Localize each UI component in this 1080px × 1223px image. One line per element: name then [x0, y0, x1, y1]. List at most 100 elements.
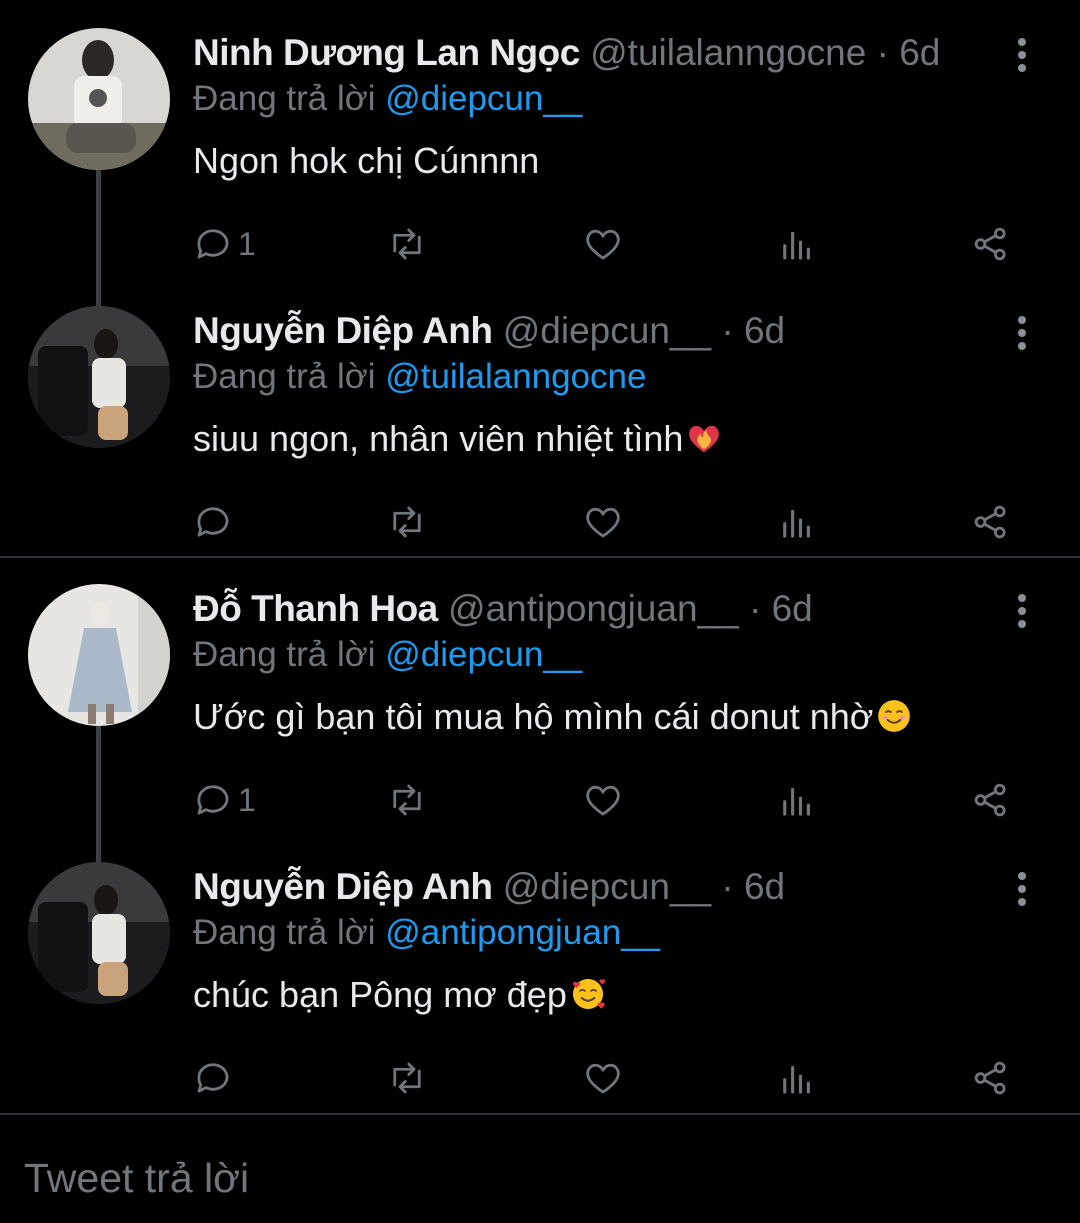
reply-composer: Tweet trả lời [0, 1117, 1080, 1223]
tweet-text-content: chúc bạn Pông mơ đẹp [193, 974, 567, 1015]
replying-to: Đang trả lời @antipongjuan__ [193, 908, 660, 958]
avatar[interactable] [28, 862, 170, 1004]
smiling-face-icon [878, 700, 911, 732]
share-button[interactable] [970, 770, 1012, 830]
retweet-icon [393, 784, 421, 816]
more-options-icon[interactable] [1010, 316, 1034, 356]
analytics-icon [783, 1065, 810, 1094]
author-handle[interactable]: @tuilalanngocne [590, 32, 866, 73]
reply-icon [197, 229, 229, 259]
action-bar [0, 1048, 1080, 1108]
analytics-icon [783, 787, 810, 816]
analytics-button[interactable] [776, 492, 818, 552]
share-button[interactable] [970, 214, 1012, 274]
tweet-text-content: Ước gì bạn tôi mua hộ mình cái donut nhờ [193, 696, 874, 737]
like-button[interactable] [582, 1048, 624, 1108]
replying-to-label: Đang trả lời [193, 913, 386, 952]
author-handle[interactable]: @diepcun__ [503, 310, 711, 351]
analytics-button[interactable] [776, 214, 818, 274]
tweet-header: Ninh Dương Lan Ngọc @tuilalanngocne · 6d [193, 28, 940, 78]
analytics-button[interactable] [776, 1048, 818, 1108]
share-icon [974, 227, 1006, 261]
separator-dot: · [748, 588, 762, 629]
separator-dot: · [721, 866, 734, 907]
author-name[interactable]: Đỗ Thanh Hoa [193, 588, 438, 629]
avatar-photo [28, 306, 170, 448]
tweet-time[interactable]: 6d [899, 32, 940, 73]
replying-to-label: Đang trả lời [193, 79, 386, 118]
author-name[interactable]: Ninh Dương Lan Ngọc [193, 32, 580, 73]
reply-button[interactable] [192, 1048, 238, 1108]
reply-icon [197, 785, 229, 815]
avatar-photo [28, 862, 170, 1004]
avatar[interactable] [28, 584, 170, 726]
heart-on-fire-icon [689, 425, 720, 453]
avatar-photo [28, 584, 170, 726]
tweet-text-content: Ngon hok chị Cúnnnn [193, 140, 540, 181]
mention-link[interactable]: @diepcun__ [385, 635, 582, 674]
retweet-icon [393, 1062, 421, 1094]
avatar[interactable] [28, 306, 170, 448]
tweet[interactable]: Nguyễn Diệp Anh @diepcun__ · 6d Đang trả… [0, 306, 1080, 556]
reply-icon [197, 507, 229, 537]
action-bar [0, 492, 1080, 552]
avatar-photo [28, 28, 170, 170]
tweet-text: siuu ngon, nhân viên nhiệt tình [193, 414, 723, 464]
mention-link[interactable]: @diepcun__ [385, 79, 582, 118]
smiling-face-with-hearts-icon [572, 978, 606, 1010]
retweet-button[interactable] [386, 492, 428, 552]
reply-count: 1 [238, 781, 256, 818]
retweet-button[interactable] [386, 1048, 428, 1108]
tweet-header: Nguyễn Diệp Anh @diepcun__ · 6d [193, 862, 785, 912]
avatar[interactable] [28, 28, 170, 170]
tweet-time[interactable]: 6d [772, 588, 813, 629]
reply-button[interactable] [192, 492, 238, 552]
share-button[interactable] [970, 1048, 1012, 1108]
tweet[interactable]: Ninh Dương Lan Ngọc @tuilalanngocne · 6d… [0, 28, 1080, 278]
share-icon [974, 783, 1006, 817]
thread-divider [0, 556, 1080, 558]
mention-link[interactable]: @tuilalanngocne [385, 357, 646, 396]
retweet-button[interactable] [386, 214, 428, 274]
tweet-header: Nguyễn Diệp Anh @diepcun__ · 6d [193, 306, 785, 356]
analytics-icon [783, 509, 810, 538]
separator-dot: · [876, 32, 889, 73]
tweet[interactable]: Nguyễn Diệp Anh @diepcun__ · 6d Đang trả… [0, 862, 1080, 1112]
tweet-time[interactable]: 6d [744, 310, 785, 351]
more-options-icon[interactable] [1010, 38, 1034, 78]
mention-link[interactable]: @antipongjuan__ [385, 913, 660, 952]
author-handle[interactable]: @diepcun__ [503, 866, 711, 907]
reply-icon [197, 1063, 229, 1093]
reply-button[interactable]: 1 [192, 770, 256, 830]
tweet-text-content: siuu ngon, nhân viên nhiệt tình [193, 418, 684, 459]
like-button[interactable] [582, 492, 624, 552]
author-name[interactable]: Nguyễn Diệp Anh [193, 310, 493, 351]
share-button[interactable] [970, 492, 1012, 552]
replying-to-label: Đang trả lời [193, 357, 386, 396]
replying-to-label: Đang trả lời [193, 635, 386, 674]
analytics-icon [783, 231, 810, 260]
like-button[interactable] [582, 214, 624, 274]
tweet-text: Ước gì bạn tôi mua hộ mình cái donut nhờ [193, 692, 913, 742]
action-bar: 1 [0, 214, 1080, 274]
replying-to: Đang trả lời @diepcun__ [193, 74, 582, 124]
action-bar: 1 [0, 770, 1080, 830]
heart-icon [586, 507, 620, 538]
tweet-text: chúc bạn Pông mơ đẹp [193, 970, 607, 1020]
like-button[interactable] [582, 770, 624, 830]
retweet-button[interactable] [386, 770, 428, 830]
tweet-text: Ngon hok chị Cúnnnn [193, 136, 539, 186]
tweet[interactable]: Đỗ Thanh Hoa @antipongjuan__ · 6d Đang t… [0, 584, 1080, 834]
author-name[interactable]: Nguyễn Diệp Anh [193, 866, 493, 907]
reply-count: 1 [238, 225, 256, 262]
heart-icon [586, 229, 620, 260]
reply-bar-divider [0, 1113, 1080, 1115]
more-options-icon[interactable] [1010, 594, 1034, 634]
more-options-icon[interactable] [1010, 872, 1034, 912]
reply-input[interactable]: Tweet trả lời [24, 1155, 249, 1202]
author-handle[interactable]: @antipongjuan__ [448, 588, 739, 629]
reply-button[interactable]: 1 [192, 214, 256, 274]
analytics-button[interactable] [776, 770, 818, 830]
heart-icon [586, 1063, 620, 1094]
tweet-time[interactable]: 6d [744, 866, 785, 907]
